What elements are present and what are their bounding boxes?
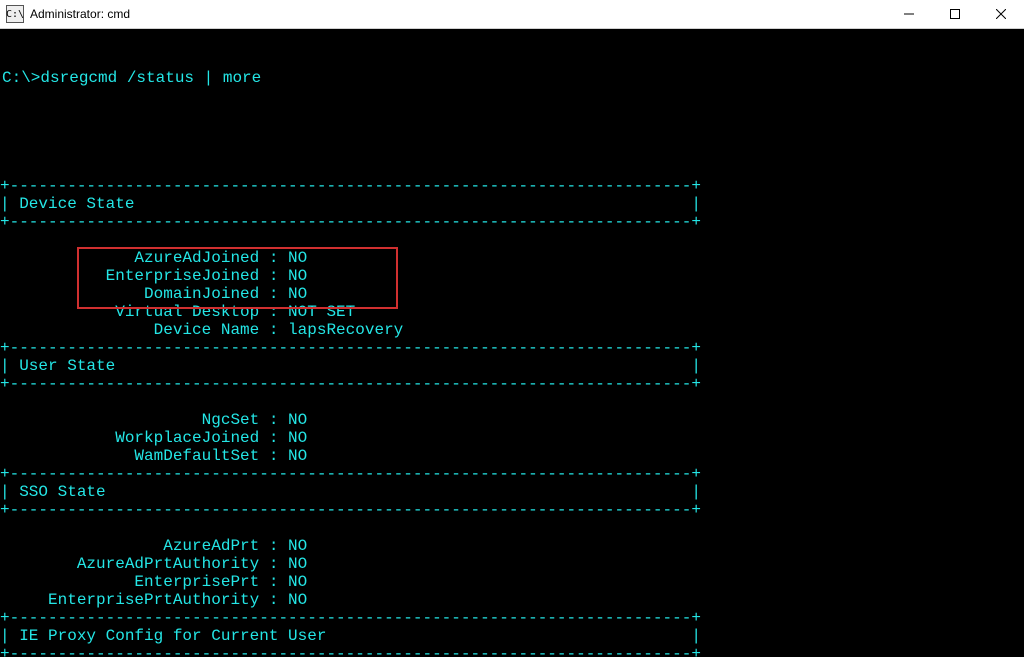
section-body: +---------------------------------------… <box>0 177 1024 339</box>
command-prompt-line: C:\>dsregcmd /status | more <box>0 69 1024 87</box>
terminal-output[interactable]: C:\>dsregcmd /status | more +-----------… <box>0 29 1024 657</box>
section-body: +---------------------------------------… <box>0 609 1024 657</box>
cmd-icon: C:\ <box>6 5 24 23</box>
window-title: Administrator: cmd <box>30 7 130 21</box>
section-ie-proxy-config-for-current-user: +---------------------------------------… <box>0 609 1024 657</box>
section-user-state: +---------------------------------------… <box>0 339 1024 465</box>
minimize-button[interactable] <box>886 0 932 28</box>
blank-line <box>0 123 1024 141</box>
section-sso-state: +---------------------------------------… <box>0 465 1024 609</box>
titlebar[interactable]: C:\ Administrator: cmd <box>0 0 1024 29</box>
maximize-button[interactable] <box>932 0 978 28</box>
close-button[interactable] <box>978 0 1024 28</box>
section-device-state: +---------------------------------------… <box>0 177 1024 339</box>
cmd-window: C:\ Administrator: cmd C:\>dsregcmd /sta… <box>0 0 1024 657</box>
section-body: +---------------------------------------… <box>0 339 1024 465</box>
section-body: +---------------------------------------… <box>0 465 1024 609</box>
